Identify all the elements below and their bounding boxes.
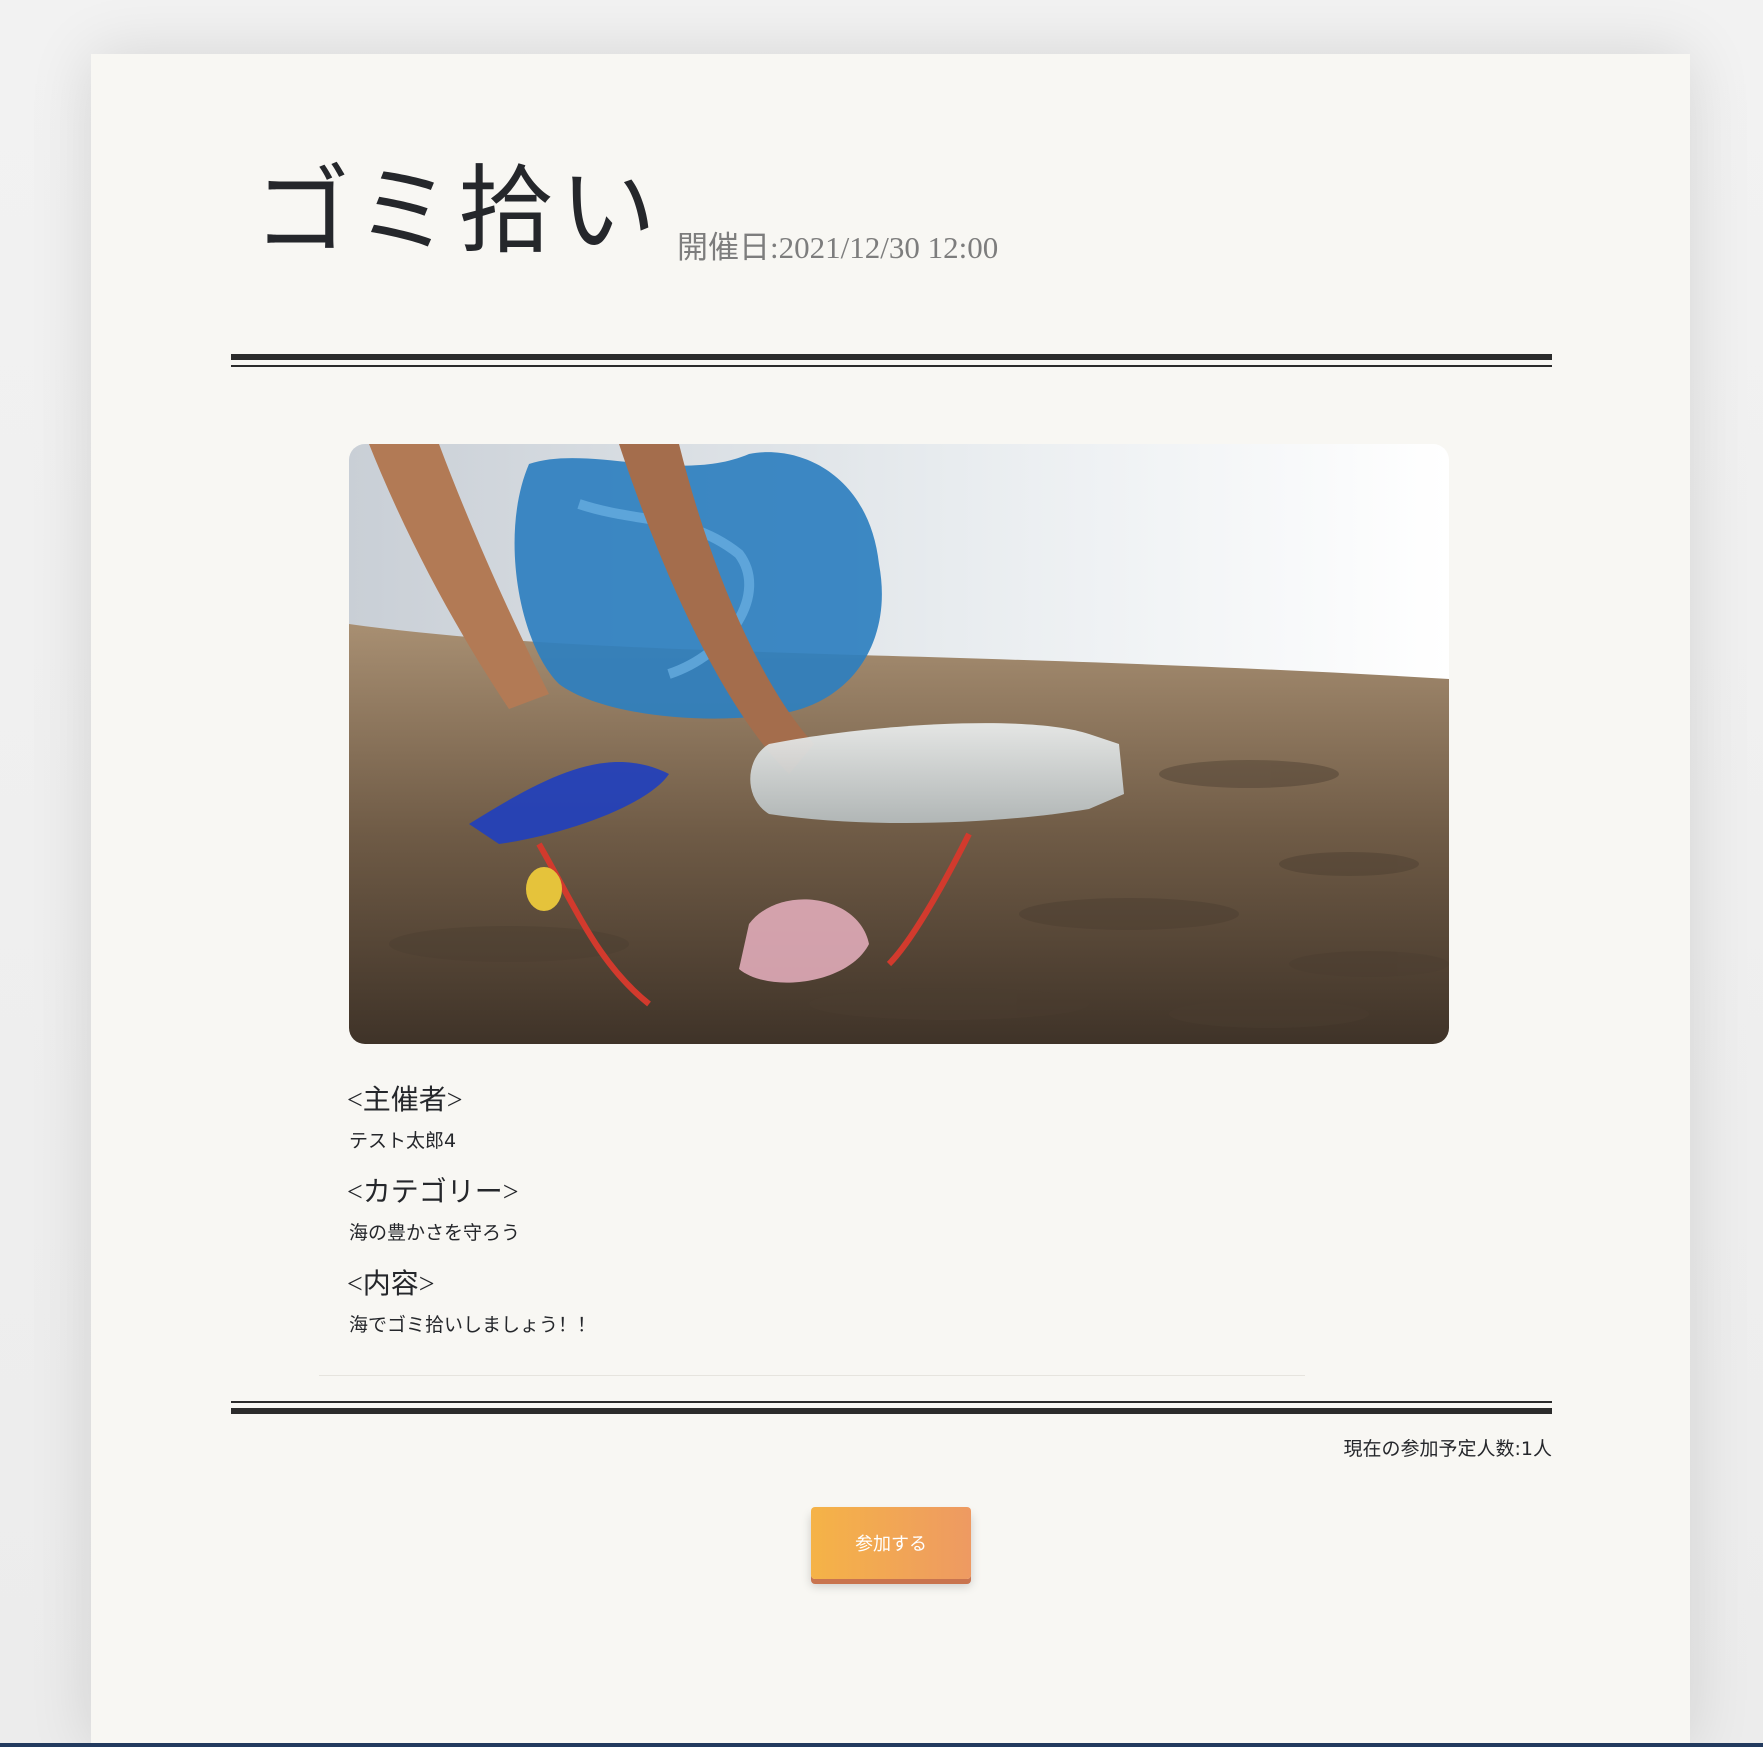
event-photo xyxy=(349,444,1449,1044)
participant-count: 現在の参加予定人数:1人 xyxy=(1343,1438,1553,1460)
organizer-value: テスト太郎4 xyxy=(349,1130,457,1152)
event-title: ゴミ拾い xyxy=(254,155,662,267)
bottle xyxy=(750,723,1124,824)
header-divider xyxy=(231,354,1552,367)
category-heading: <カテゴリー> xyxy=(347,1177,519,1208)
category-value: 海の豊かさを守ろう xyxy=(349,1222,521,1244)
content-heading: <内容> xyxy=(347,1269,435,1300)
yellow-litter xyxy=(526,867,562,911)
footer-divider xyxy=(231,1401,1552,1414)
bottom-strip xyxy=(0,1743,1763,1747)
content-value: 海でゴミ拾いしましょう！！ xyxy=(349,1314,597,1336)
organizer-heading: <主催者> xyxy=(347,1085,463,1116)
join-button[interactable]: 参加する xyxy=(811,1507,971,1579)
event-card: ゴミ拾い 開催日:2021/12/30 12:00 <主催者> テスト太郎4 <… xyxy=(91,54,1690,1747)
content-divider xyxy=(319,1375,1305,1376)
event-date: 開催日:2021/12/30 12:00 xyxy=(677,230,999,265)
